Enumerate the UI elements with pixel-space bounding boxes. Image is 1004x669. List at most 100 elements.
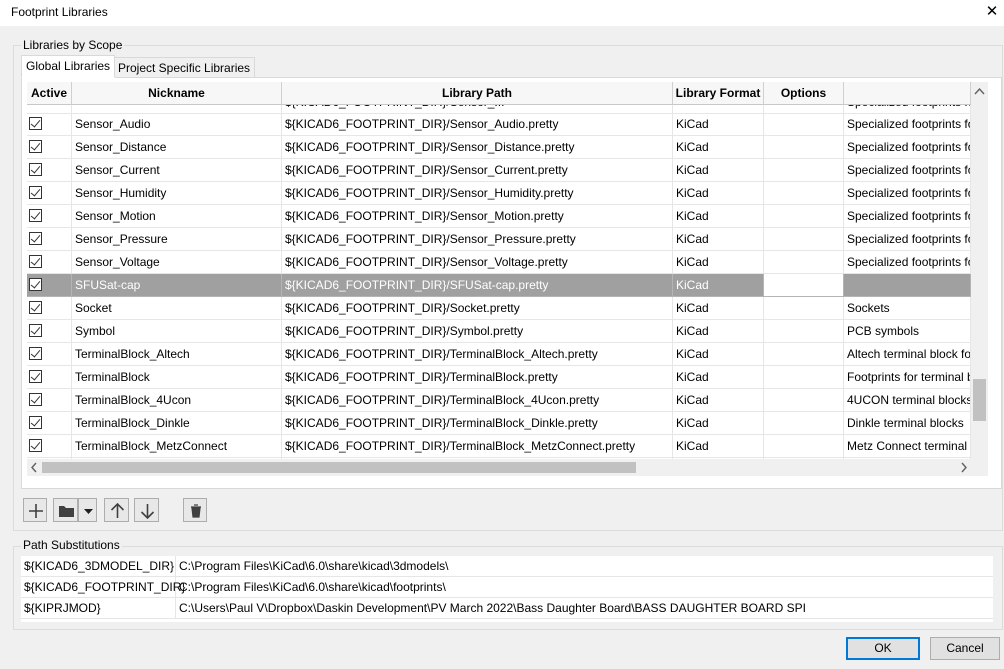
cell-format[interactable]: KiCad [673,389,764,412]
cell-nickname[interactable]: TerminalBlock_Altech [72,343,282,366]
cell-nickname[interactable]: Sensor_Distance [72,136,282,159]
cancel-button[interactable]: Cancel [930,637,1000,660]
browse-library-button[interactable] [53,498,78,522]
cell-format[interactable]: KiCad [673,159,764,182]
cell-nickname[interactable]: Symbol [72,320,282,343]
active-checkbox[interactable] [29,163,42,176]
tab-project-specific-libraries[interactable]: Project Specific Libraries [113,57,256,78]
cell-nickname[interactable]: TerminalBlock_Dinkle [72,412,282,435]
cell-nickname[interactable]: SFUSat-cap [72,274,282,297]
substitution-row[interactable]: ${KICAD6_3DMODEL_DIR} C:\Program Files\K… [21,556,993,577]
cell-options[interactable] [764,136,844,159]
cell-format[interactable]: KiCad [673,435,764,458]
active-checkbox[interactable] [29,393,42,406]
cell-path[interactable]: ${KICAD6_FOOTPRINT_DIR}/TerminalBlock_4U… [282,389,673,412]
table-row[interactable]: TerminalBlock_Dinkle ${KICAD6_FOOTPRINT_D… [27,412,971,435]
cell-description[interactable]: Metz Connect terminal [844,435,971,458]
table-row[interactable]: Sensor_Current ${KICAD6_FOOTPRINT_DIR}/Se… [27,159,971,182]
cell-path[interactable]: ${KICAD6_FOOTPRINT_DIR}/Sensor_Audio.pre… [282,113,673,136]
table-row[interactable]: Sensor_Voltage ${KICAD6_FOOTPRINT_DIR}/Se… [27,251,971,274]
cell-nickname[interactable]: Socket [72,297,282,320]
cell-nickname[interactable]: Sensor_Pressure [72,228,282,251]
cell-format[interactable]: KiCad [673,136,764,159]
path-substitutions-table[interactable]: ${KICAD6_3DMODEL_DIR} C:\Program Files\K… [21,556,993,622]
header-nickname[interactable]: Nickname [72,82,282,105]
cell-path[interactable]: ${KICAD6_FOOTPRINT_DIR}/Sensor_Voltage.p… [282,251,673,274]
close-icon[interactable]: ✕ [982,2,1002,22]
ok-button[interactable]: OK [846,637,920,660]
table-row[interactable]: Sensor_Audio ${KICAD6_FOOTPRINT_DIR}/Sens… [27,113,971,136]
cell-path[interactable]: ${KICAD6_FOOTPRINT_DIR}/TerminalBlock_Al… [282,343,673,366]
cell-nickname[interactable]: TerminalBlock [72,366,282,389]
table-row[interactable]: Symbol ${KICAD6_FOOTPRINT_DIR}/Symbol.pre… [27,320,971,343]
cell-description[interactable]: Specialized footprints fo [844,205,971,228]
table-row[interactable]: Sensor_Pressure ${KICAD6_FOOTPRINT_DIR}/S… [27,228,971,251]
active-checkbox[interactable] [29,255,42,268]
substitution-row[interactable]: ${KICAD6_FOOTPRINT_DIR} C:\Program Files… [21,577,993,598]
cell-nickname[interactable]: Sensor_Audio [72,113,282,136]
cell-path[interactable]: ${KICAD6_FOOTPRINT_DIR}/TerminalBlock_Di… [282,412,673,435]
cell-format[interactable]: KiCad [673,274,764,297]
table-row[interactable]: Sensor_Motion ${KICAD6_FOOTPRINT_DIR}/Sen… [27,205,971,228]
cell-path[interactable]: ${KICAD6_FOOTPRINT_DIR}/TerminalBlock_Me… [282,435,673,458]
cell-description[interactable]: Footprints for terminal b [844,366,971,389]
cell-description[interactable]: Specialized footprints fo [844,113,971,136]
cell-options[interactable] [764,366,844,389]
remove-library-button[interactable] [183,498,207,522]
cell-options[interactable] [764,343,844,366]
cell-format[interactable]: KiCad [673,205,764,228]
header-description[interactable] [844,82,971,105]
cell-path[interactable]: ${KICAD6_FOOTPRINT_DIR}/Sensor_Motion.pr… [282,205,673,228]
active-checkbox[interactable] [29,117,42,130]
cell-active[interactable] [27,251,72,274]
cell-format[interactable]: KiCad [673,113,764,136]
cell-path[interactable]: ${KICAD6_FOOTPRINT_DIR}/Sensor_Current.p… [282,159,673,182]
cell-options[interactable] [764,435,844,458]
table-row[interactable]: TerminalBlock_4Ucon ${KICAD6_FOOTPRINT_DI… [27,389,971,412]
table-row[interactable]: Sensor_Distance ${KICAD6_FOOTPRINT_DIR}/S… [27,136,971,159]
cell-active[interactable] [27,366,72,389]
cell-nickname[interactable]: Sensor_Motion [72,205,282,228]
cell-options[interactable] [764,251,844,274]
cell-format[interactable]: KiCad [673,320,764,343]
cell-active[interactable] [27,343,72,366]
cell-options[interactable] [764,113,844,136]
library-table[interactable]: ${KICAD6_FOOTPRINT_DIR}/Sensor_...Specia… [27,82,971,459]
cell-options[interactable] [764,228,844,251]
cell-active[interactable] [27,435,72,458]
cell-options[interactable] [764,389,844,412]
cell-format[interactable]: KiCad [673,343,764,366]
cell-active[interactable] [27,228,72,251]
cell-nickname[interactable]: TerminalBlock_4Ucon [72,389,282,412]
cell-options[interactable] [764,320,844,343]
cell-options[interactable] [764,205,844,228]
horizontal-scrollbar[interactable] [27,459,971,476]
table-row[interactable]: SFUSat-cap ${KICAD6_FOOTPRINT_DIR}/SFUSat… [27,274,971,297]
cell-format[interactable]: KiCad [673,412,764,435]
cell-options[interactable] [764,274,844,297]
cell-nickname[interactable]: Sensor_Voltage [72,251,282,274]
cell-nickname[interactable]: Sensor_Current [72,159,282,182]
cell-path[interactable]: ${KICAD6_FOOTPRINT_DIR}/TerminalBlock.pr… [282,366,673,389]
active-checkbox[interactable] [29,278,42,291]
cell-active[interactable] [27,136,72,159]
table-row[interactable]: Sensor_Humidity ${KICAD6_FOOTPRINT_DIR}/S… [27,182,971,205]
scroll-up-icon[interactable] [971,84,988,99]
active-checkbox[interactable] [29,140,42,153]
cell-description[interactable]: Specialized footprints fo [844,182,971,205]
active-checkbox[interactable] [29,324,42,337]
active-checkbox[interactable] [29,347,42,360]
cell-format[interactable]: KiCad [673,366,764,389]
cell-description[interactable] [844,274,971,297]
active-checkbox[interactable] [29,209,42,222]
cell-active[interactable] [27,389,72,412]
browse-dropdown-button[interactable] [78,498,97,522]
add-library-button[interactable] [23,498,47,522]
cell-description[interactable]: PCB symbols [844,320,971,343]
active-checkbox[interactable] [29,186,42,199]
header-options[interactable]: Options [764,82,844,105]
cell-active[interactable] [27,205,72,228]
cell-active[interactable] [27,274,72,297]
cell-description[interactable]: Specialized footprints fo [844,159,971,182]
horizontal-scroll-thumb[interactable] [42,462,636,473]
